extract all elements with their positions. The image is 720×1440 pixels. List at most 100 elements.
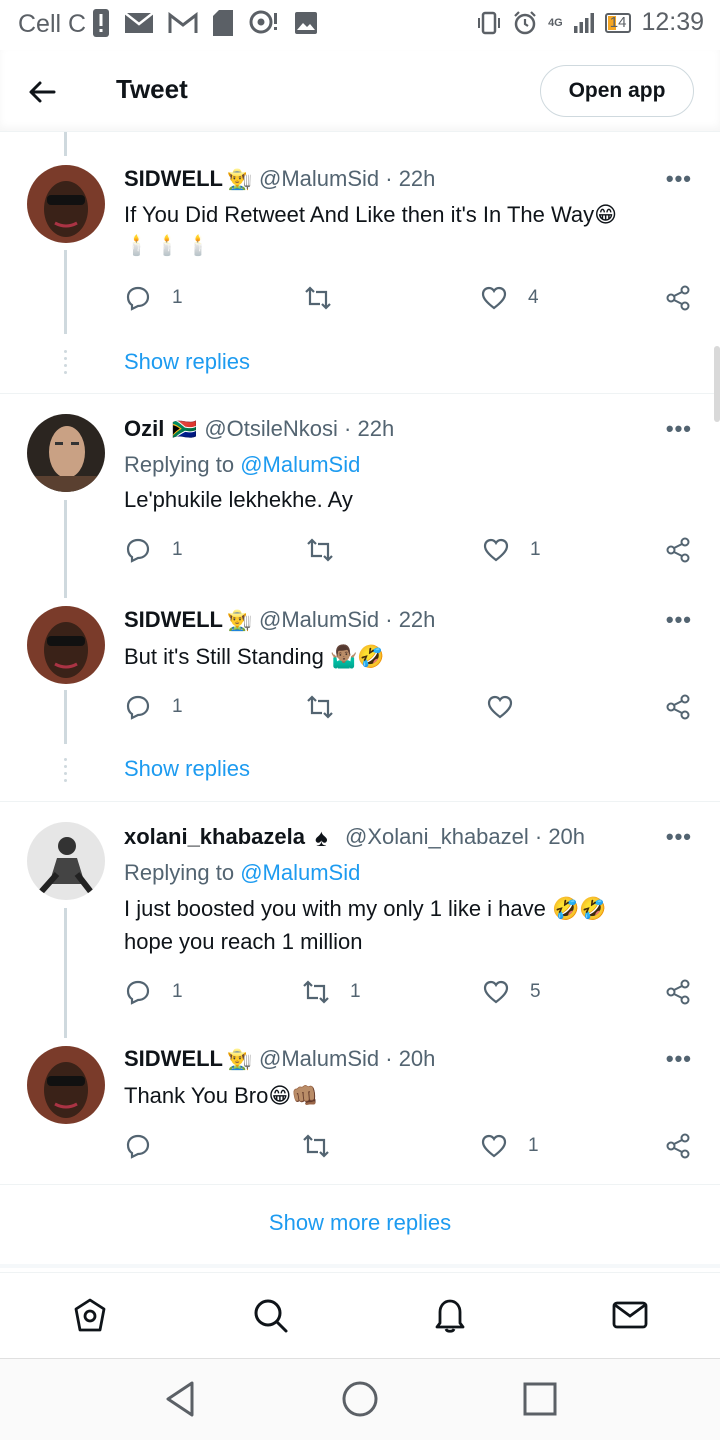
tweet[interactable]: Ozil 🇿🇦 @OtsileNkosi · 22h ••• Replying … [0, 416, 720, 576]
name-emoji: 👨‍🌾 [227, 610, 252, 632]
tweet-actions: 1 [0, 1132, 720, 1162]
system-home-icon[interactable] [340, 1379, 380, 1419]
replying-prefix: Replying to [124, 860, 241, 885]
divider [0, 1264, 720, 1268]
retweet-icon [307, 538, 333, 562]
replying-prefix: Replying to [124, 452, 241, 477]
share-button[interactable] [664, 693, 692, 721]
more-options-icon[interactable]: ••• [666, 824, 692, 850]
reply-button[interactable]: 1 [124, 284, 183, 312]
tweet-text-line2: 🕯️🕯️🕯️ [124, 235, 217, 257]
heart-icon [483, 980, 509, 1004]
show-more-replies-link[interactable]: Show more replies [0, 1210, 720, 1236]
tweet-actions: 1 1 5 [0, 978, 720, 1008]
notifications-bell-icon[interactable] [430, 1295, 470, 1335]
search-icon[interactable] [250, 1295, 290, 1335]
reply-count: 1 [172, 539, 183, 560]
share-button[interactable] [664, 978, 692, 1006]
tweet-actions: 1 4 [0, 284, 720, 314]
heart-icon [481, 1134, 507, 1158]
tweet-text: If You Did Retweet And Like then it's In… [124, 202, 618, 227]
tweet-header: SIDWELL 👨‍🌾 @MalumSid · 22h [124, 166, 435, 192]
share-button[interactable] [664, 284, 692, 312]
like-count: 5 [530, 981, 541, 1002]
handle[interactable]: @MalumSid · 22h [259, 607, 435, 633]
share-icon [666, 694, 690, 720]
reply-button[interactable]: 1 [124, 693, 183, 721]
handle[interactable]: @OtsileNkosi · 22h [204, 416, 394, 442]
page-title: Tweet [116, 74, 188, 104]
share-icon [666, 979, 690, 1005]
display-name[interactable]: xolani_khabazela [124, 824, 305, 850]
more-options-icon[interactable]: ••• [666, 607, 692, 633]
retweet-button[interactable] [304, 284, 352, 312]
messages-mail-icon[interactable] [610, 1295, 650, 1335]
scrollbar[interactable] [714, 346, 720, 422]
divider [0, 801, 720, 802]
battery-level: 14 [609, 14, 627, 31]
retweet-button[interactable] [306, 693, 354, 721]
reply-icon [126, 695, 150, 720]
battery-icon: 14 [604, 12, 632, 33]
display-name[interactable]: Ozil [124, 416, 164, 442]
like-button[interactable]: 1 [480, 1132, 539, 1160]
mention-link[interactable]: @MalumSid [240, 452, 360, 477]
handle[interactable]: @MalumSid · 20h [259, 1046, 435, 1072]
system-recents-icon[interactable] [520, 1379, 560, 1419]
spade-emoji: ♠ [314, 825, 328, 852]
home-icon[interactable] [70, 1295, 110, 1335]
system-back-icon[interactable] [160, 1379, 200, 1419]
tweet[interactable]: SIDWELL 👨‍🌾 @MalumSid · 22h ••• But it's… [0, 607, 720, 787]
retweet-button[interactable]: 1 [302, 978, 361, 1006]
like-button[interactable]: 1 [482, 536, 541, 564]
show-replies-link[interactable]: Show replies [124, 756, 250, 782]
tweet[interactable]: SIDWELL 👨‍🌾 @MalumSid · 20h ••• Thank Yo… [0, 1046, 720, 1176]
like-button[interactable]: 4 [480, 284, 539, 312]
display-name[interactable]: SIDWELL [124, 1046, 223, 1072]
handle[interactable]: @MalumSid · 22h [259, 166, 435, 192]
reply-icon [126, 538, 150, 563]
name-emoji: 👨‍🌾 [227, 169, 252, 191]
retweet-icon [305, 286, 331, 310]
tweet[interactable]: xolani_khabazela ♠ @Xolani_khabazel · 20… [0, 824, 720, 1024]
open-app-button[interactable]: Open app [540, 65, 694, 117]
like-button[interactable] [486, 693, 534, 721]
retweet-button[interactable] [306, 536, 354, 564]
vibrate-icon [478, 11, 501, 34]
retweet-icon [303, 1134, 329, 1158]
reply-button[interactable]: 1 [124, 536, 183, 564]
like-button[interactable]: 5 [482, 978, 541, 1006]
top-bar: Tweet Open app [0, 50, 720, 132]
hotspot-icon [249, 10, 277, 34]
divider [0, 1184, 720, 1185]
more-options-icon[interactable]: ••• [666, 166, 692, 192]
tweet[interactable]: SIDWELL 👨‍🌾 @MalumSid · 22h ••• If You D… [0, 166, 720, 374]
share-button[interactable] [664, 1132, 692, 1160]
like-count: 4 [528, 287, 539, 308]
reply-count: 1 [172, 981, 183, 1002]
signal-icon [573, 12, 594, 33]
status-bar: Cell C 4G 14 12:39 [0, 0, 720, 50]
tweet-header: Ozil 🇿🇦 @OtsileNkosi · 22h [124, 416, 394, 442]
back-arrow-icon[interactable] [24, 74, 60, 110]
retweet-button[interactable] [302, 1132, 350, 1160]
reply-button[interactable]: 1 [124, 978, 183, 1006]
heart-icon [481, 286, 507, 310]
more-options-icon[interactable]: ••• [666, 1046, 692, 1072]
reply-icon [126, 286, 150, 311]
display-name[interactable]: SIDWELL [124, 607, 223, 633]
reply-button[interactable] [124, 1132, 172, 1160]
tweet-header: SIDWELL 👨‍🌾 @MalumSid · 22h [124, 607, 435, 633]
show-replies-link[interactable]: Show replies [124, 349, 250, 375]
replying-to: Replying to @MalumSid [124, 452, 360, 478]
heart-icon [483, 538, 509, 562]
share-button[interactable] [664, 536, 692, 564]
notification-icons [92, 8, 318, 38]
reply-icon [126, 1134, 150, 1159]
display-name[interactable]: SIDWELL [124, 166, 223, 192]
mention-link[interactable]: @MalumSid [240, 860, 360, 885]
more-options-icon[interactable]: ••• [666, 416, 692, 442]
handle[interactable]: @Xolani_khabazel · 20h [345, 824, 585, 850]
thread-line [64, 132, 67, 156]
share-icon [666, 285, 690, 311]
